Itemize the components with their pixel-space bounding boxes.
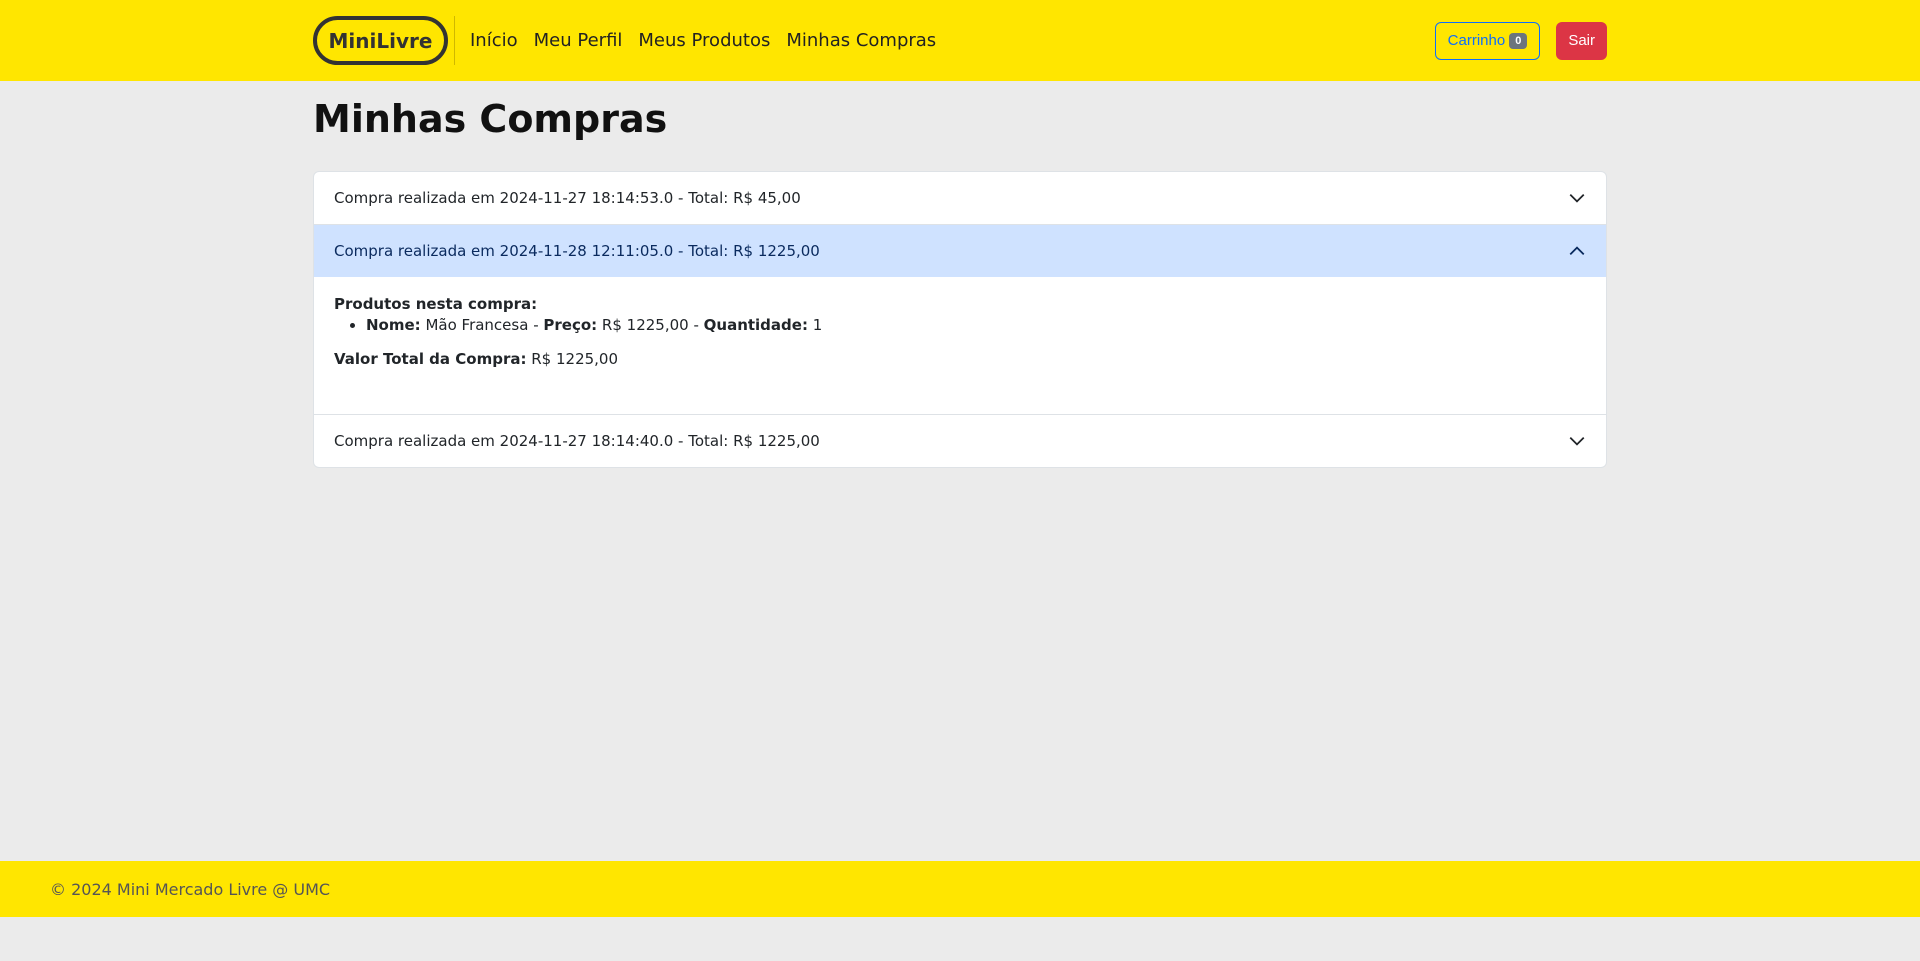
- nav-link-meu-perfil[interactable]: Meu Perfil: [534, 30, 623, 51]
- purchase-item: Compra realizada em 2024-11-27 18:14:53.…: [314, 172, 1606, 224]
- purchase-header[interactable]: Compra realizada em 2024-11-28 12:11:05.…: [314, 225, 1606, 277]
- nav-link-inicio[interactable]: Início: [470, 30, 518, 51]
- products-heading: Produtos nesta compra:: [334, 295, 538, 313]
- cart-count-badge: 0: [1509, 32, 1528, 49]
- navbar-container: MiniLivre Início Meu Perfil Meus Produto…: [313, 0, 1607, 81]
- footer: © 2024 Mini Mercado Livre @ UMC: [0, 861, 1920, 917]
- purchase-details: Produtos nesta compra: Nome: Mão Frances…: [314, 277, 1606, 414]
- purchase-total: Valor Total da Compra: R$ 1225,00: [334, 350, 1586, 368]
- chevron-down-icon: [1569, 193, 1585, 203]
- purchase-item: Compra realizada em 2024-11-28 12:11:05.…: [314, 224, 1606, 414]
- chevron-up-icon: [1569, 246, 1585, 256]
- product-price: R$ 1225,00: [601, 316, 689, 334]
- product-separator: -: [528, 316, 544, 334]
- product-price-label: Preço:: [543, 316, 598, 334]
- nav-link-meus-produtos[interactable]: Meus Produtos: [638, 30, 770, 51]
- product-list-item: Nome: Mão Francesa - Preço: R$ 1225,00 -…: [366, 316, 1586, 334]
- purchase-header-text: Compra realizada em 2024-11-28 12:11:05.…: [334, 242, 820, 260]
- nav-actions: Carrinho 0 Sair: [1434, 21, 1607, 60]
- purchase-header-text: Compra realizada em 2024-11-27 18:14:53.…: [334, 189, 801, 207]
- purchases-accordion: Compra realizada em 2024-11-27 18:14:53.…: [313, 171, 1607, 468]
- nav-link-minhas-compras[interactable]: Minhas Compras: [786, 30, 936, 51]
- purchase-header[interactable]: Compra realizada em 2024-11-27 18:14:40.…: [314, 415, 1606, 467]
- cart-button[interactable]: Carrinho 0: [1434, 21, 1541, 60]
- page-title: Minhas Compras: [313, 97, 668, 141]
- nav-links: Início Meu Perfil Meus Produtos Minhas C…: [470, 30, 936, 51]
- product-name-label: Nome:: [366, 316, 421, 334]
- cart-label: Carrinho: [1447, 32, 1506, 49]
- purchase-total-value: R$ 1225,00: [531, 350, 619, 368]
- footer-text: © 2024 Mini Mercado Livre @ UMC: [50, 879, 331, 899]
- product-separator: -: [688, 316, 704, 334]
- product-qty: 1: [812, 316, 823, 334]
- navbar: MiniLivre Início Meu Perfil Meus Produto…: [0, 0, 1920, 81]
- brand-divider: [454, 16, 455, 65]
- purchase-item: Compra realizada em 2024-11-27 18:14:40.…: [314, 414, 1606, 467]
- purchase-total-label: Valor Total da Compra:: [334, 350, 527, 368]
- brand-logo[interactable]: MiniLivre: [313, 16, 448, 65]
- purchase-header[interactable]: Compra realizada em 2024-11-27 18:14:53.…: [314, 172, 1606, 224]
- product-qty-label: Quantidade:: [703, 316, 808, 334]
- product-list: Nome: Mão Francesa - Preço: R$ 1225,00 -…: [366, 316, 1586, 334]
- logout-button[interactable]: Sair: [1556, 21, 1607, 60]
- purchase-header-text: Compra realizada em 2024-11-27 18:14:40.…: [334, 432, 820, 450]
- product-name: Mão Francesa: [425, 316, 529, 334]
- chevron-down-icon: [1569, 436, 1585, 446]
